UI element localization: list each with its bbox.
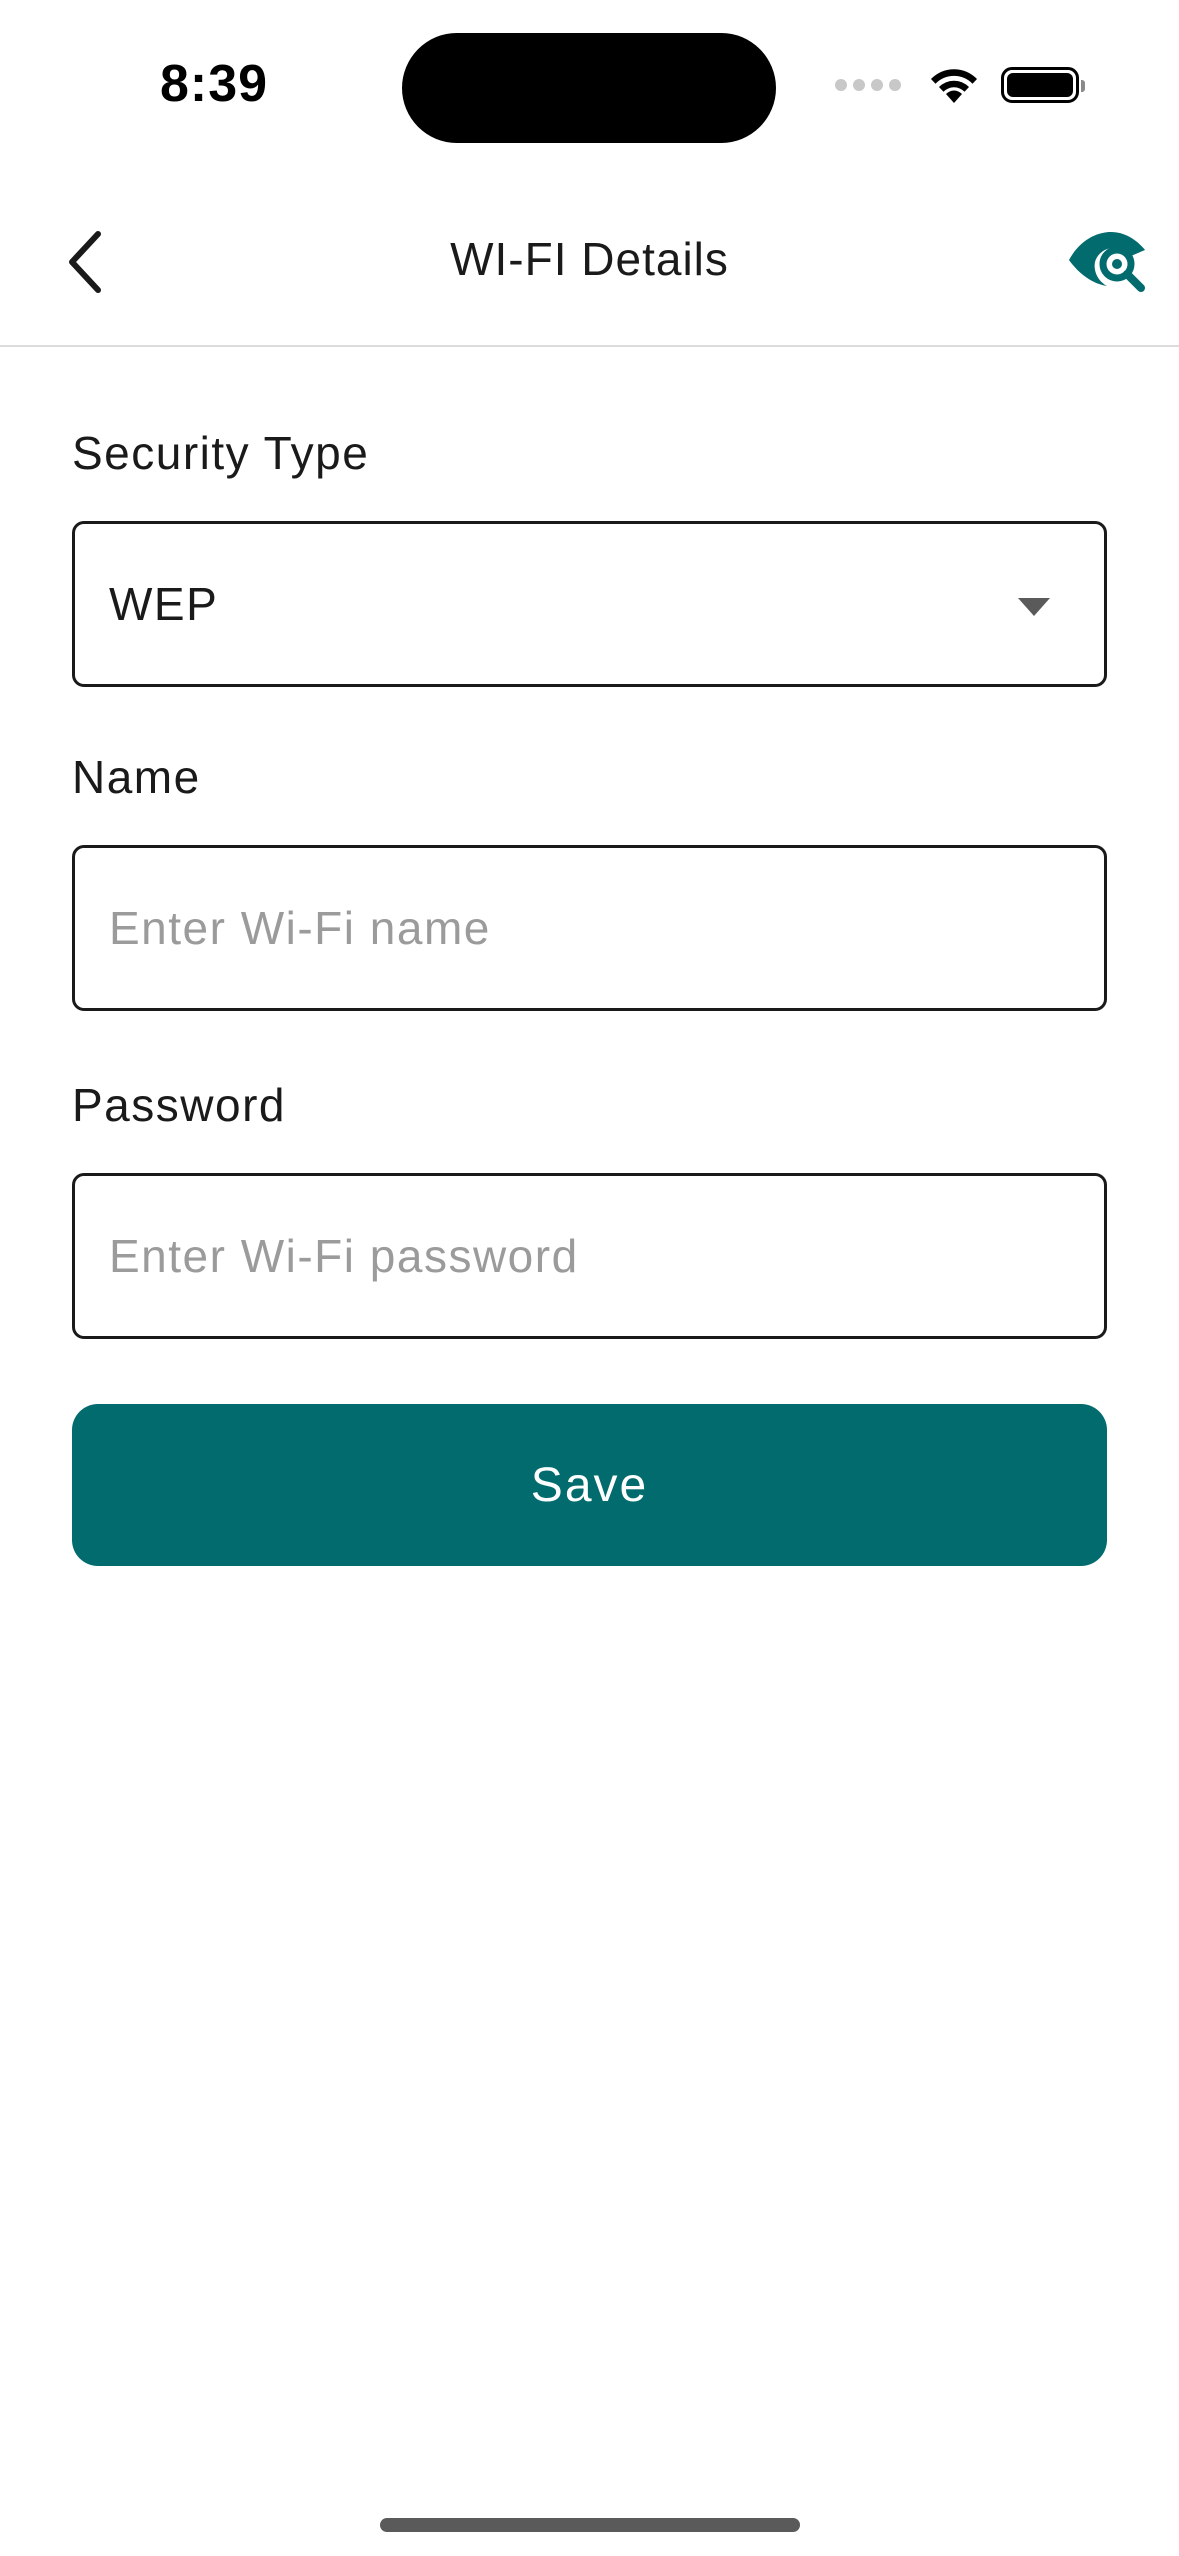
security-type-label: Security Type — [72, 427, 370, 479]
name-input[interactable] — [109, 901, 1070, 955]
password-input[interactable] — [109, 1229, 1070, 1283]
name-label: Name — [72, 751, 201, 803]
password-label: Password — [72, 1079, 286, 1131]
eye-search-button[interactable] — [1067, 228, 1149, 294]
eye-search-icon — [1069, 232, 1145, 292]
wifi-icon — [931, 69, 977, 103]
security-type-select[interactable]: WEP — [72, 521, 1107, 687]
save-button[interactable]: Save — [72, 1404, 1107, 1566]
cellular-signal-icon — [835, 79, 901, 91]
dynamic-island — [402, 33, 776, 143]
status-time: 8:39 — [160, 55, 269, 113]
status-bar: 8:39 — [0, 0, 1179, 170]
wifi-details-form: Security Type WEP Name Password — [72, 347, 1107, 1339]
status-indicators — [835, 60, 1085, 110]
battery-icon — [1001, 67, 1085, 103]
page-title: WI-FI Details — [450, 233, 729, 285]
password-field[interactable] — [72, 1173, 1107, 1339]
navigation-bar: WI-FI Details — [0, 170, 1179, 347]
security-type-value: WEP — [109, 578, 219, 630]
home-indicator[interactable] — [380, 2518, 800, 2532]
name-field[interactable] — [72, 845, 1107, 1011]
caret-down-icon — [1018, 598, 1050, 616]
